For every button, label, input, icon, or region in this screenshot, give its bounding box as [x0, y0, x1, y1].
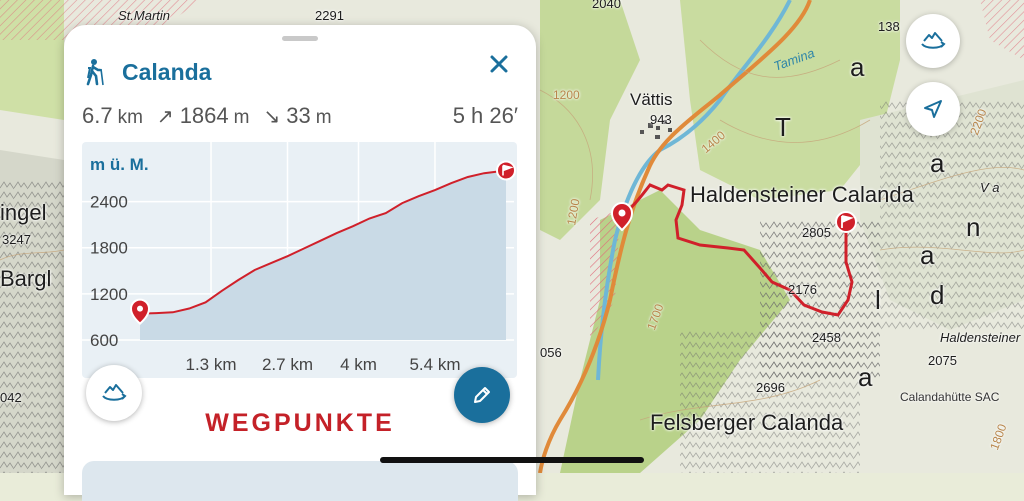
duration-value: 5 h 26′: [452, 103, 518, 128]
sheet-drag-handle[interactable]: [282, 36, 318, 41]
map-label-letter: n: [966, 212, 981, 242]
ascent-arrow-icon: ↗: [156, 106, 174, 128]
ascent-unit: m: [233, 107, 250, 128]
map-label-letter: a: [858, 362, 873, 392]
route-title-row: Calanda: [84, 58, 211, 86]
location-arrow-icon: [924, 100, 942, 118]
route-detail-sheet[interactable]: Calanda 6.7 km ↗ 1864 m ↘ 33 m 5 h 26′ m…: [64, 25, 536, 501]
map-label-height: 138: [878, 19, 900, 34]
map-label-height: 056: [540, 345, 562, 360]
layers-3d-icon: [921, 32, 946, 49]
map-label-vattis: Vättis: [630, 90, 673, 109]
x-tick-label: 4 km: [340, 355, 377, 374]
map-label-haldensteiner: Haldensteiner: [940, 330, 1021, 345]
distance-value: 6.7: [82, 103, 113, 128]
finish-flag-icon: [496, 160, 516, 181]
terrain-3d-icon: [102, 384, 127, 401]
hiking-icon: [86, 59, 104, 86]
map-label-height: 2458: [812, 330, 841, 345]
map-layers-button[interactable]: [906, 14, 960, 68]
map-label-height: 2696: [756, 380, 785, 395]
map-label-ingel: ingel: [0, 200, 47, 225]
map-label-letter: T: [775, 112, 791, 142]
ascent-value: 1864: [179, 103, 229, 128]
map-label-height: 2291: [315, 8, 344, 23]
waypoints-heading: WEGPUNKTE: [205, 409, 395, 437]
x-tick-label: 1.3 km: [185, 355, 236, 374]
map-label-height: 943: [650, 112, 672, 127]
map-label-calandahuette: Calandahütte SAC: [900, 390, 1000, 404]
map-label-height: 2075: [928, 353, 957, 368]
map-label-letter: l: [875, 285, 881, 315]
map-label-height: 2805: [802, 225, 831, 240]
map-label-height: 2176: [788, 282, 817, 297]
y-tick-label: 1200: [90, 285, 128, 304]
map-label-bargl: Bargl: [0, 266, 52, 291]
close-button[interactable]: [482, 47, 516, 81]
locate-me-button[interactable]: [906, 82, 960, 136]
waypoint-card[interactable]: [82, 461, 518, 501]
pencil-icon: [474, 387, 490, 403]
y-tick-label: 600: [90, 331, 118, 350]
x-tick-label: 2.7 km: [262, 355, 313, 374]
home-indicator[interactable]: [380, 457, 644, 463]
start-pin-dot: [137, 305, 143, 312]
route-title: Calanda: [122, 58, 212, 85]
y-axis-label: m ü. M.: [90, 155, 149, 174]
map-label-letter: a: [920, 240, 935, 270]
map-label-st-martin: St.Martin: [118, 8, 171, 23]
x-tick-label: 5.4 km: [409, 355, 460, 374]
map-label-letter: a: [930, 148, 945, 178]
y-tick-label: 1800: [90, 239, 128, 258]
map-label-va: V a: [980, 180, 1000, 195]
descent-arrow-icon: ↘: [263, 106, 281, 128]
map-contour-label: 1200: [553, 88, 580, 102]
descent-unit: m: [315, 107, 332, 128]
finish-flag-icon[interactable]: [835, 211, 857, 233]
distance-unit: km: [117, 107, 143, 128]
map-label-height: 2040: [592, 0, 621, 11]
map-label-height: 042: [0, 390, 22, 405]
descent-value: 33: [286, 103, 311, 128]
map-label-haldensteiner-calanda: Haldensteiner Calanda: [690, 182, 914, 207]
map-label-letter: d: [930, 280, 945, 310]
route-stats: 6.7 km ↗ 1864 m ↘ 33 m 5 h 26′: [82, 103, 518, 129]
elevation-profile-chart[interactable]: m ü. M. 600 1200 1800 2400 1.3 km 2.7 km 4 km 5.…: [82, 142, 517, 378]
map-label-felsberger-calanda: Felsberger Calanda: [650, 410, 844, 435]
map-label-letter: a: [850, 52, 865, 82]
map-label-height: 3247: [2, 232, 31, 247]
close-icon: [490, 55, 508, 73]
y-tick-label: 2400: [90, 193, 128, 212]
